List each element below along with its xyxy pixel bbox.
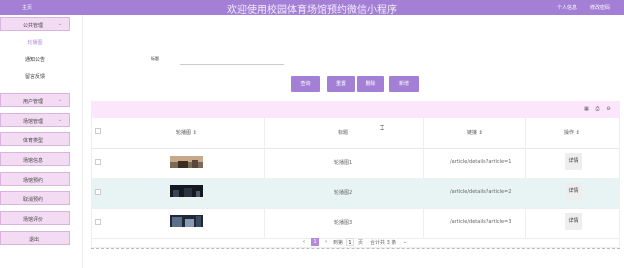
- row-checkbox[interactable]: [95, 189, 101, 195]
- top-bar: 主页 欢迎使用校园体育场馆预约微信小程序 个人信息 修改密码: [0, 0, 624, 16]
- detail-button[interactable]: 详情: [565, 183, 582, 200]
- current-page[interactable]: 1: [311, 238, 319, 246]
- carousel-thumbnail: [170, 185, 203, 197]
- export-icon[interactable]: ⊖: [605, 106, 612, 113]
- sidebar-item-feedback[interactable]: 留言反馈: [0, 73, 70, 80]
- add-button[interactable]: 新增: [389, 76, 419, 92]
- select-all-checkbox[interactable]: [95, 128, 101, 134]
- change-password-link[interactable]: 修改密码: [590, 4, 610, 11]
- goto-label: 到第: [333, 240, 344, 246]
- row-checkbox[interactable]: [95, 159, 101, 165]
- menu-cancel-booking[interactable]: 取消预约: [0, 191, 70, 205]
- title-search-input[interactable]: [180, 57, 284, 65]
- menu-label: 场馆预约: [23, 178, 44, 184]
- row-checkbox[interactable]: [95, 219, 101, 225]
- detail-button[interactable]: 详情: [565, 213, 582, 230]
- table-toolbar: [91, 101, 620, 118]
- next-page-button[interactable]: ›: [322, 238, 330, 246]
- menu-label: 场馆管理: [23, 119, 44, 125]
- sidebar-item-carousel[interactable]: 轮播图: [0, 39, 70, 46]
- menu-logout[interactable]: 退出: [0, 231, 70, 245]
- menu-label: 体育类型: [23, 138, 44, 144]
- menu-label: 用户管理: [23, 99, 44, 105]
- search-label: 标题: [151, 56, 159, 61]
- row-link: /article/details?article=2: [450, 189, 512, 195]
- table-header: [91, 118, 620, 149]
- app-title: 欢迎使用校园体育场馆预约微信小程序: [227, 5, 397, 16]
- delete-button[interactable]: 删除: [357, 76, 384, 92]
- grid-icon[interactable]: ▦: [583, 106, 590, 113]
- menu-label: 公共管理: [23, 23, 44, 29]
- header-action: 操作 ⇕: [564, 130, 580, 136]
- chevron-down-icon: ⌄: [58, 117, 63, 123]
- header-link[interactable]: 链接 ⇕: [467, 129, 483, 136]
- print-icon[interactable]: ⎙: [594, 106, 601, 113]
- row-title: 轮播图3: [334, 220, 353, 226]
- prev-page-button[interactable]: ‹: [300, 238, 308, 246]
- menu-user-mgmt[interactable]: 用户管理 ⌄: [0, 93, 70, 107]
- menu-venue-info[interactable]: 场馆信息: [0, 152, 70, 166]
- divider: [91, 248, 620, 249]
- chevron-down-icon: ⌄: [58, 97, 63, 103]
- row-link: /article/details?article=1: [450, 159, 512, 165]
- page-size-dropdown[interactable]: ⌄: [403, 239, 407, 245]
- mouse-cursor-icon: ⌶: [380, 124, 385, 132]
- menu-label: 场馆评价: [23, 217, 44, 223]
- header-carousel[interactable]: 轮播图 ⇕: [176, 129, 197, 136]
- detail-button[interactable]: 详情: [565, 153, 582, 170]
- goto-page-input[interactable]: 1: [346, 238, 354, 246]
- menu-label: 场馆信息: [23, 158, 44, 164]
- row-link: /article/details?article=3: [450, 219, 512, 225]
- query-button[interactable]: 查询: [291, 76, 320, 92]
- total-count: 合计共 3 条: [370, 240, 397, 246]
- menu-label: 取消预约: [23, 197, 44, 203]
- sidebar: 公共管理 ⌄ 轮播图 通知公告 留言反馈 用户管理 ⌄ 场馆管理 ⌄ 体育类型 …: [0, 15, 83, 268]
- reset-button[interactable]: 重置: [327, 76, 355, 92]
- header-title[interactable]: 标题: [338, 129, 348, 136]
- carousel-thumbnail: [170, 156, 203, 168]
- menu-public-mgmt[interactable]: 公共管理 ⌄: [0, 17, 70, 31]
- chevron-down-icon: ⌄: [58, 21, 63, 27]
- menu-venue-booking[interactable]: 场馆预约: [0, 172, 70, 186]
- carousel-thumbnail: [170, 215, 203, 227]
- row-title: 轮播图1: [334, 160, 353, 166]
- menu-sport-type[interactable]: 体育类型: [0, 132, 70, 146]
- menu-label: 退出: [29, 237, 40, 243]
- row-title: 轮播图2: [334, 190, 353, 196]
- sidebar-item-notice[interactable]: 通知公告: [0, 56, 70, 63]
- page-unit: 页: [358, 240, 364, 246]
- profile-link[interactable]: 个人信息: [557, 4, 577, 11]
- menu-venue-review[interactable]: 场馆评价: [0, 211, 70, 225]
- menu-venue-mgmt[interactable]: 场馆管理 ⌄: [0, 113, 70, 127]
